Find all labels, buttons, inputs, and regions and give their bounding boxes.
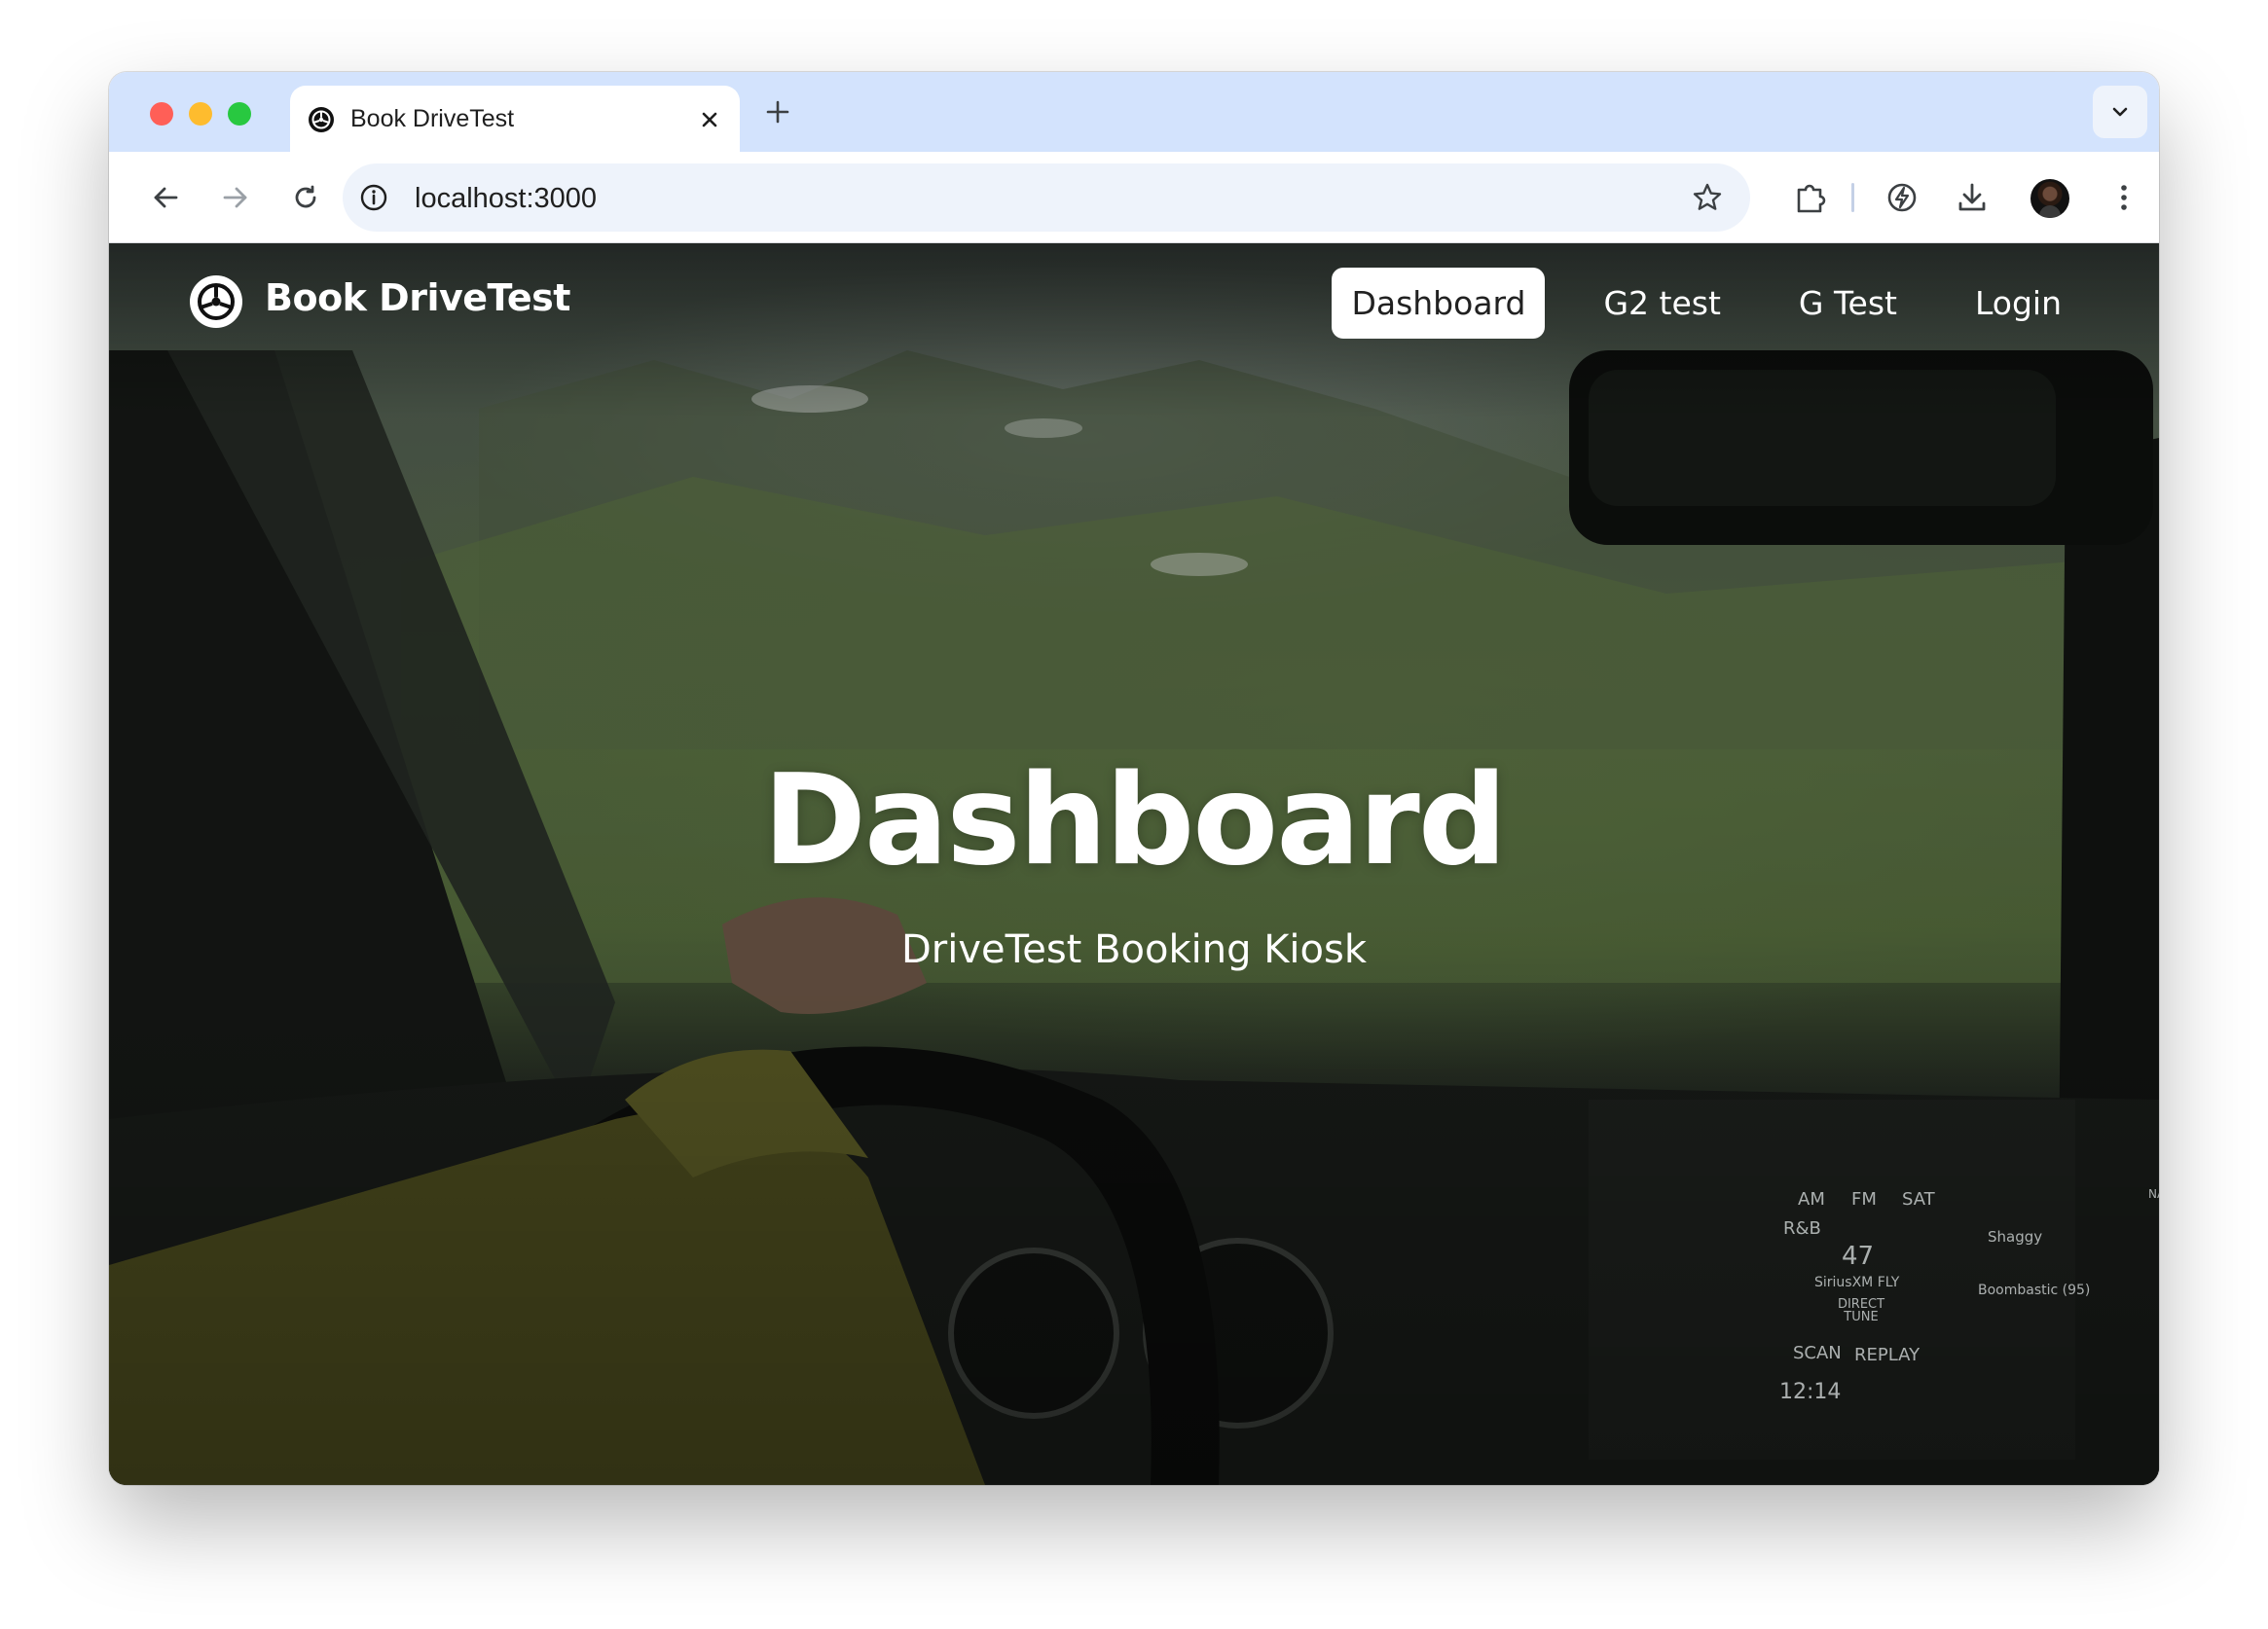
steering-wheel-icon <box>309 107 334 132</box>
address-bar[interactable]: localhost:3000 <box>343 163 1750 232</box>
radio-song: Boombastic (95) <box>1978 1283 2091 1298</box>
plus-icon[interactable] <box>761 95 794 128</box>
page-viewport: AM FM SAT R&B 47 SiriusXM FLY Shaggy Boo… <box>109 243 2159 1485</box>
tab-strip: Book DriveTest <box>109 72 2159 154</box>
download-icon[interactable] <box>1951 176 1994 219</box>
nav-link-login[interactable]: Login <box>1956 268 2081 339</box>
nav-link-dashboard[interactable]: Dashboard <box>1332 267 1546 339</box>
radio-artist: Shaggy <box>1988 1228 2043 1246</box>
close-icon[interactable] <box>695 105 724 134</box>
arrow-left-icon[interactable] <box>146 178 185 217</box>
maximize-window-button[interactable] <box>228 102 251 126</box>
car-radio-display: AM FM SAT R&B 47 SiriusXM FLY Shaggy Boo… <box>1647 1177 2159 1421</box>
tab-title: Book DriveTest <box>350 105 515 132</box>
hero-subtitle: DriveTest Booking Kiosk <box>900 927 1368 972</box>
steering-wheel-icon[interactable] <box>189 274 243 329</box>
browser-toolbar: localhost:3000 <box>109 152 2159 243</box>
radio-station: SiriusXM FLY <box>1814 1275 1900 1290</box>
puzzle-icon[interactable] <box>1789 176 1832 219</box>
radio-channel: 47 <box>1842 1242 1875 1271</box>
arrow-right-icon[interactable] <box>216 178 255 217</box>
radio-band: FM <box>1851 1189 1877 1210</box>
toolbar-separator <box>1851 183 1854 212</box>
radio-nav: NAV <box>2148 1187 2159 1201</box>
radio-genre: R&B <box>1783 1218 1821 1239</box>
site-navbar: Book DriveTest Dashboard G2 test G Test … <box>109 243 2159 360</box>
minimize-window-button[interactable] <box>189 102 212 126</box>
radio-band: AM <box>1798 1189 1825 1210</box>
tab-search-button[interactable] <box>2093 86 2147 138</box>
browser-window: Book DriveTest localhost:3000 AM FM SAT … <box>109 72 2159 1485</box>
chevron-down-icon <box>2112 107 2128 117</box>
url-text[interactable]: localhost:3000 <box>415 183 597 215</box>
nav-link-g-test[interactable]: G Test <box>1779 268 1917 339</box>
nav-link-g2-test[interactable]: G2 test <box>1584 268 1739 339</box>
info-icon[interactable] <box>358 182 389 213</box>
kebab-icon[interactable] <box>2103 176 2145 219</box>
star-icon[interactable] <box>1690 180 1725 215</box>
close-window-button[interactable] <box>150 102 173 126</box>
radio-scan: SCAN <box>1793 1343 1842 1363</box>
nav-menu: Dashboard G2 test G Test Login <box>1332 261 2081 344</box>
hero-title: Dashboard <box>762 748 1508 893</box>
profile-avatar[interactable] <box>2030 179 2069 218</box>
radio-clock: 12:14 <box>1779 1380 1842 1404</box>
browser-tab[interactable]: Book DriveTest <box>290 86 740 154</box>
lightning-icon[interactable] <box>1881 176 1923 219</box>
radio-band: SAT <box>1902 1189 1935 1210</box>
radio-replay: REPLAY <box>1854 1345 1920 1365</box>
brand-name[interactable]: Book DriveTest <box>265 276 570 319</box>
reload-icon[interactable] <box>286 178 325 217</box>
radio-direct-tune: DIRECT TUNE <box>1837 1297 1885 1324</box>
